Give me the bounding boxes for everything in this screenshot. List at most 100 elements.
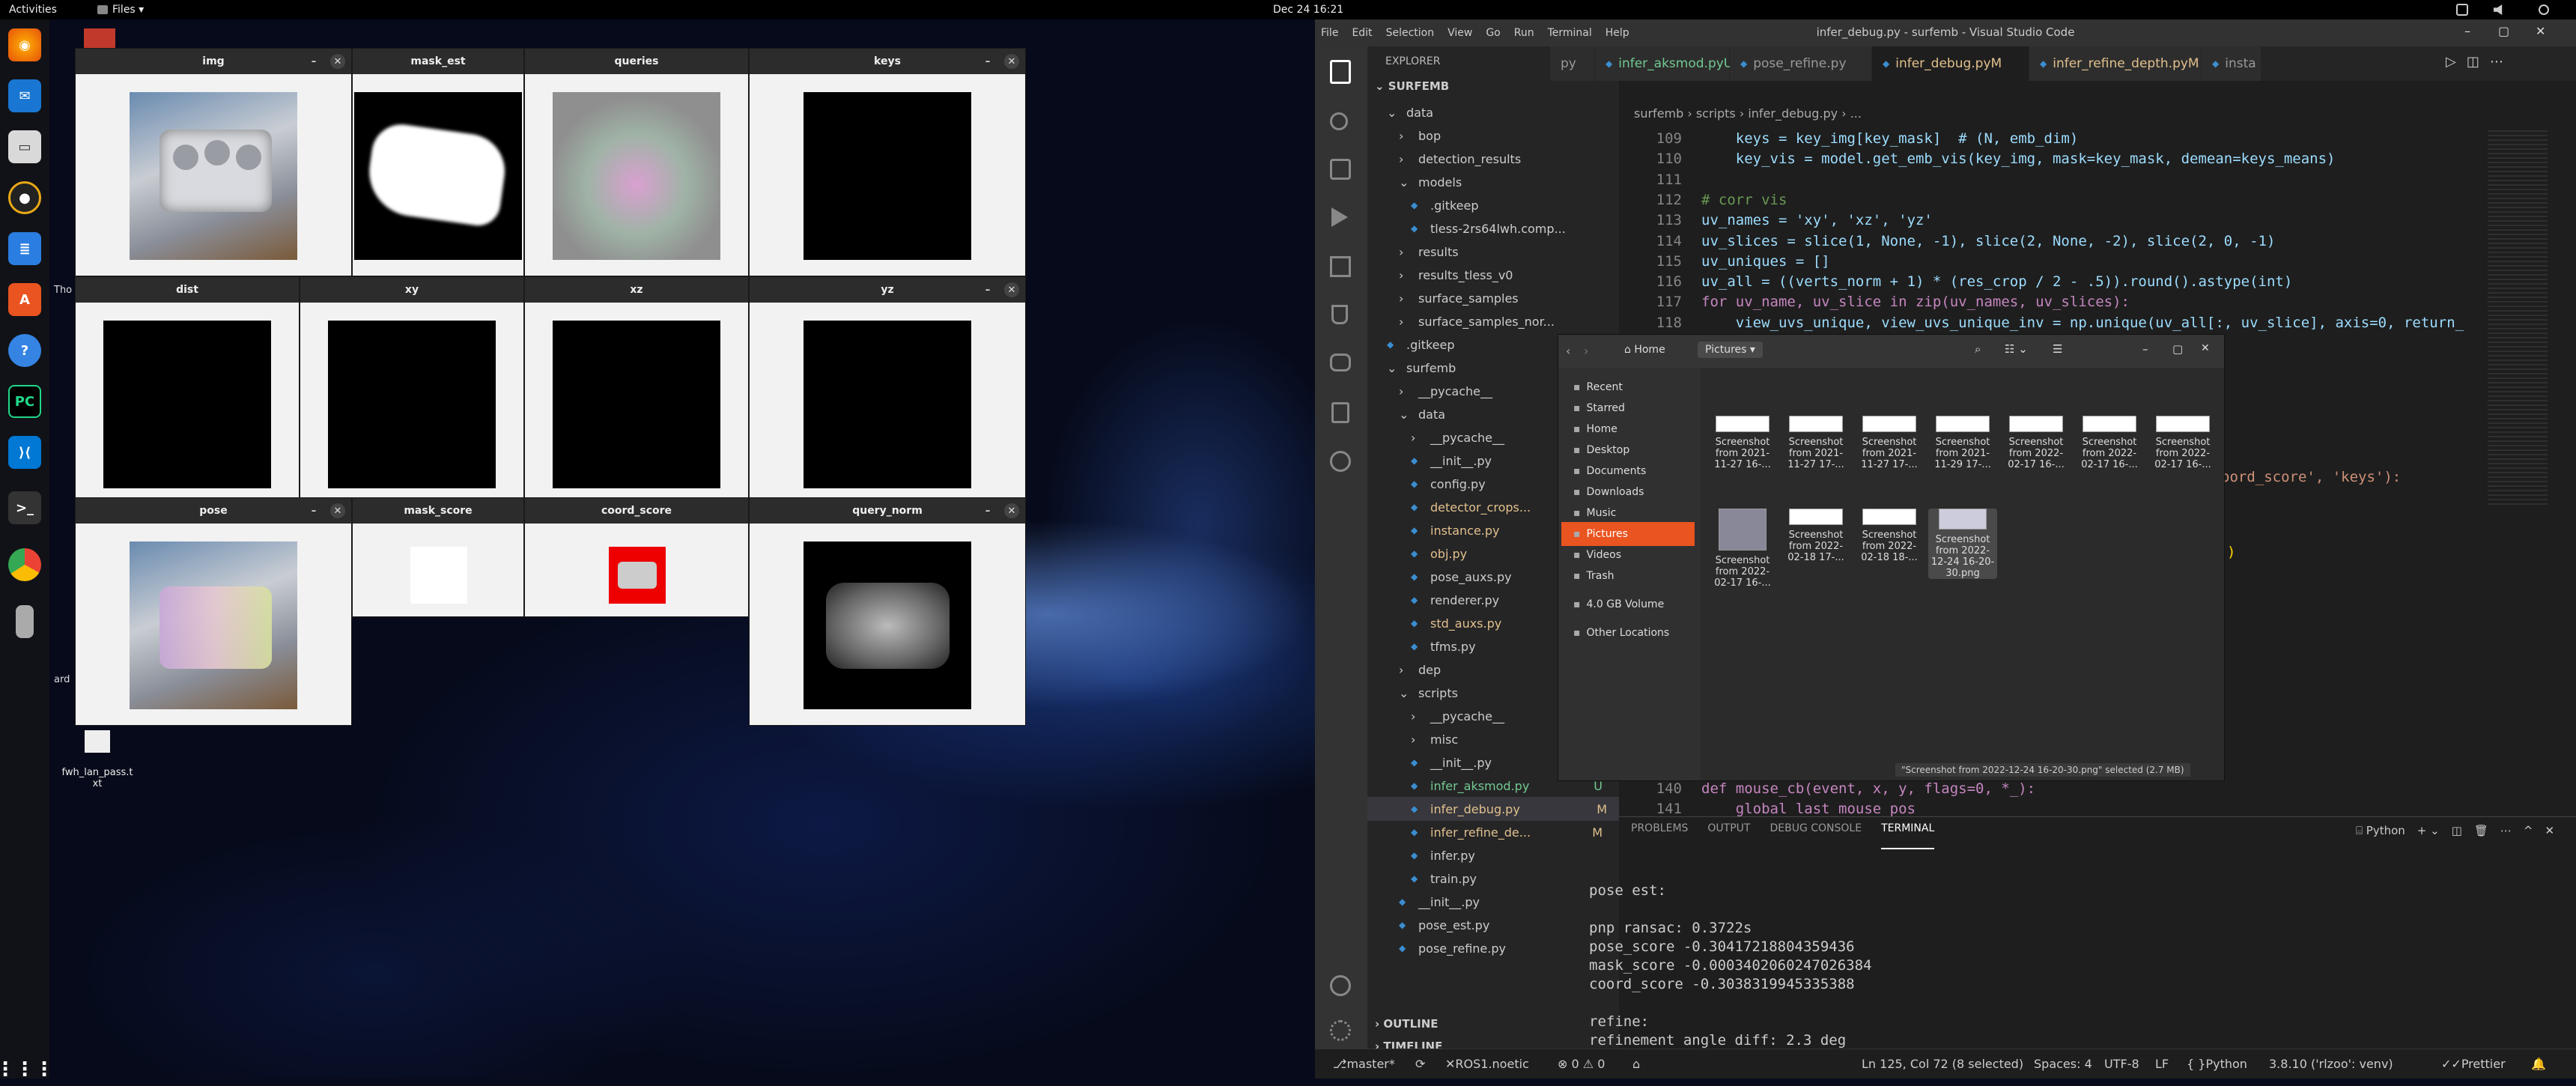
run-debug-icon[interactable] [1331, 207, 1348, 227]
clock[interactable]: Dec 24 16:21 [1273, 4, 1343, 16]
python-interpreter[interactable]: 3.8.10 ('rlzoo': venv) [2269, 1049, 2393, 1079]
coord-score-window[interactable]: coord_score [524, 497, 749, 617]
close-icon[interactable]: ✕ [2536, 24, 2545, 38]
tree-item[interactable]: ◆ pose_est.py [1399, 913, 1614, 937]
source-control-icon[interactable] [1330, 159, 1351, 180]
close-icon[interactable]: ✕ [1004, 282, 1019, 297]
rhythmbox-icon[interactable]: ● [8, 181, 41, 214]
minimap[interactable] [2488, 130, 2548, 505]
mask-est-window[interactable]: mask_est [352, 48, 524, 276]
remote-explorer-icon[interactable] [1331, 402, 1349, 423]
vscode-icon[interactable]: ⟩⟨ [8, 436, 41, 469]
tree-item[interactable]: ◆ train.py [1411, 867, 1614, 891]
tree-item[interactable]: ◆ pose_refine.py [1399, 936, 1614, 960]
home-icon[interactable]: ⌂ [1632, 1049, 1640, 1079]
minimize-icon[interactable]: – [980, 503, 995, 518]
queries-window[interactable]: queries [524, 48, 749, 276]
tree-item[interactable]: ◆ infer_debug.py M [1367, 797, 1619, 821]
file-thumbnail[interactable]: Screenshot from 2022- 02-18 17-... [1781, 509, 1850, 563]
thunderbird-icon[interactable]: ✉ [8, 79, 41, 112]
file-thumbnail[interactable]: Screenshot from 2021- 11-29 17-... [1928, 416, 1997, 470]
extensions-icon[interactable] [1330, 256, 1351, 277]
encoding-status[interactable]: UTF-8 [2104, 1049, 2139, 1079]
tab-insta[interactable]: ◆ insta [2202, 46, 2261, 81]
account-icon[interactable] [1330, 975, 1351, 996]
tree-item[interactable]: › bop [1399, 124, 1614, 148]
power-icon[interactable] [2539, 4, 2549, 15]
software-center-icon[interactable]: A [8, 283, 41, 316]
img-window[interactable]: img – ✕ [75, 48, 352, 276]
dist-window[interactable]: dist [75, 276, 300, 505]
ros-status[interactable]: ✕ ROS1.noetic [1445, 1049, 1529, 1079]
eol-status[interactable]: LF [2155, 1049, 2169, 1079]
git-branch[interactable]: ⎇ master* [1333, 1049, 1395, 1079]
minimize-icon[interactable]: – [306, 503, 321, 518]
minimize-icon[interactable]: – [980, 282, 995, 297]
search-icon[interactable]: ⌕ [1975, 342, 1981, 356]
breadcrumb[interactable]: surfemb › scripts › infer_debug.py › ... [1634, 106, 1862, 121]
workspace-root[interactable]: ⌄ SURFEMB [1375, 79, 1449, 93]
tree-item[interactable]: ◆ .gitkeep [1411, 193, 1614, 217]
panel-tab-terminal[interactable]: TERMINAL [1881, 822, 1935, 849]
forward-icon[interactable]: › [1584, 344, 1588, 358]
maximize-icon[interactable]: ▢ [2498, 24, 2509, 38]
chrome-icon[interactable] [8, 548, 41, 581]
tree-item[interactable]: ◆ infer.py [1411, 843, 1614, 867]
kill-terminal-icon[interactable]: 🗑 [2474, 824, 2488, 837]
tree-item[interactable]: ◆ infer_refine_de... M [1411, 820, 1614, 844]
help-icon[interactable]: ? [8, 334, 41, 367]
xy-window[interactable]: xy [300, 276, 524, 505]
mask-score-window[interactable]: mask_score [352, 497, 524, 617]
sync-icon[interactable]: ⟳ [1415, 1049, 1425, 1079]
file-thumbnail[interactable]: Screenshot from 2022- 02-17 16-... [2075, 416, 2144, 470]
volume-icon[interactable] [2494, 4, 2503, 15]
menu-icon[interactable]: ☰ [2053, 342, 2062, 356]
usb-drive-icon[interactable] [16, 605, 34, 638]
tree-item[interactable]: ◆ tless-2rs64lwh.comp... [1411, 216, 1614, 240]
new-terminal-icon[interactable]: + ⌄ [2417, 824, 2440, 837]
search-icon[interactable] [1330, 112, 1348, 130]
close-icon[interactable]: ✕ [330, 54, 345, 69]
show-apps-icon[interactable]: ⋮⋮⋮ [0, 1053, 54, 1086]
split-terminal-icon[interactable]: ◫ [2452, 824, 2462, 837]
maximize-panel-icon[interactable]: ^ [2524, 824, 2533, 837]
close-icon[interactable]: ✕ [330, 503, 345, 518]
file-thumbnail[interactable]: Screenshot from 2022- 02-17 16-... [2148, 416, 2217, 470]
tree-item[interactable]: ⌄ models [1399, 170, 1614, 194]
terminal-icon[interactable]: >_ [8, 491, 41, 524]
run-icon[interactable]: ▷ [2446, 54, 2456, 70]
panel-tab-output[interactable]: OUTPUT [1707, 822, 1750, 849]
tab-py[interactable]: py [1550, 46, 1595, 81]
files-icon[interactable]: ▭ [8, 130, 41, 163]
firefox-icon[interactable]: ◉ [8, 28, 41, 61]
tree-item[interactable]: › results_tless_v0 [1399, 263, 1614, 287]
tab-pose-refine-py[interactable]: ◆ pose_refine.py [1730, 46, 1872, 81]
file-thumbnail[interactable]: Screenshot from 2022- 02-17 16-... [1708, 509, 1777, 589]
file-thumbnail[interactable]: Screenshot from 2021- 11-27 17-... [1781, 416, 1850, 470]
path-home[interactable]: ⌂ Home [1624, 344, 1665, 356]
tree-item[interactable]: › results [1399, 240, 1614, 264]
file-thumbnail[interactable]: Screenshot from 2022- 02-18 18-... [1855, 509, 1924, 563]
terminal-shell-selector[interactable]: ⌸ Python [2356, 824, 2405, 837]
minimize-icon[interactable]: – [2464, 24, 2470, 38]
tab-infer-debug-py[interactable]: ◆ infer_debug.py M [1872, 46, 2029, 81]
yz-window[interactable]: yz – ✕ [749, 276, 1026, 505]
query-norm-window[interactable]: query_norm – ✕ [749, 497, 1026, 726]
close-icon[interactable]: ✕ [1004, 54, 1019, 69]
pycharm-icon[interactable]: PC [8, 385, 41, 418]
keys-window[interactable]: keys – ✕ [749, 48, 1026, 276]
maximize-icon[interactable]: ▢ [2172, 342, 2183, 356]
activities-button[interactable]: Activities [9, 4, 57, 16]
desktop-file-icon[interactable]: fwh_lan_pass.t xt [60, 719, 135, 789]
network-icon[interactable] [2456, 4, 2468, 16]
files-app-menu[interactable]: Files ▾ [97, 4, 144, 16]
minimize-icon[interactable]: – [980, 54, 995, 69]
place-trash[interactable]: ▪ Trash [1561, 564, 1695, 588]
tree-item[interactable]: › surface_samples_nor... [1399, 309, 1614, 333]
tab-infer-refine-depth-py[interactable]: ◆ infer_refine_depth.py M [2029, 46, 2202, 81]
more-actions-icon[interactable]: ⋯ [2490, 54, 2503, 70]
path-pictures[interactable]: Pictures ▾ [1698, 342, 1763, 358]
split-editor-icon[interactable]: ◫ [2467, 54, 2479, 70]
file-thumbnail[interactable]: Screenshot from 2022- 02-17 16-... [2002, 416, 2071, 470]
writer-icon[interactable]: ≣ [8, 232, 41, 265]
